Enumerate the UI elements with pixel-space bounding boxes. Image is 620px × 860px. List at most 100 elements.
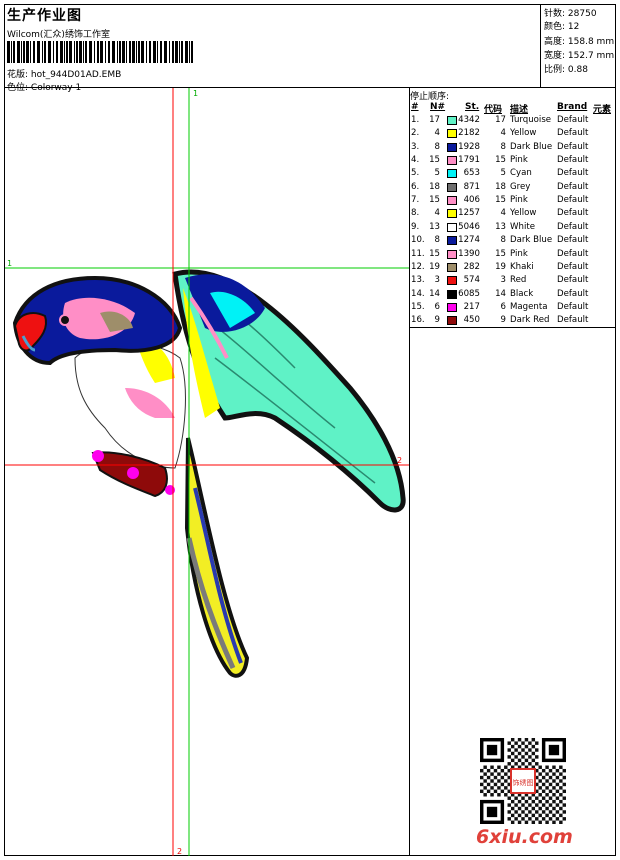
row-stitches: 4342 [458, 115, 480, 125]
col-element: 元素 [593, 105, 612, 115]
studio-name: Wilcom(汇众)绣饰工作室 [7, 30, 110, 40]
row-code: 9 [500, 315, 506, 326]
row-brand: Default [557, 315, 589, 326]
row-brand: Default [557, 115, 589, 125]
design-file-line: 花版: hot_944D01AD.EMB [7, 67, 121, 80]
row-stitches: 1257 [458, 208, 480, 219]
stat-width: 宽度: 152.7 mm [544, 51, 615, 61]
site-logo: 6xiu.com [476, 826, 573, 848]
row-code: 3 [500, 275, 506, 286]
barcode [7, 41, 193, 63]
color-swatch [447, 156, 457, 166]
row-stitches: 574 [463, 275, 480, 286]
color-swatch [447, 116, 457, 125]
color-swatch [447, 249, 457, 259]
row-code: 18 [495, 181, 506, 192]
row-code: 8 [500, 141, 506, 152]
table-row: 6. 18 871 18 Grey Default [410, 182, 615, 195]
row-index: 13. [411, 275, 425, 286]
row-index: 3. [411, 141, 420, 152]
color-swatch [447, 142, 457, 152]
row-stitches: 217 [463, 301, 480, 312]
seal-text: 饰绣图 [513, 778, 534, 787]
color-swatch [447, 276, 457, 286]
row-stitches: 1390 [458, 248, 480, 259]
sequence-title: 停止顺序: [410, 92, 450, 102]
row-needle: 6 [434, 301, 440, 312]
row-desc: White [510, 221, 535, 232]
row-code: 6 [500, 301, 506, 312]
row-brand: Default [557, 155, 589, 166]
table-row: 14. 14 6085 14 Black Default [410, 289, 615, 302]
row-stitches: 2182 [458, 128, 480, 139]
row-stitches: 282 [463, 261, 480, 272]
row-desc: Pink [510, 248, 528, 259]
row-code: 13 [495, 221, 506, 232]
row-desc: Red [510, 275, 527, 286]
color-swatch [447, 236, 457, 246]
row-index: 9. [411, 221, 420, 232]
eye [59, 314, 71, 326]
row-index: 5. [411, 168, 420, 179]
row-needle: 17 [429, 115, 440, 125]
page-title: 生产作业图 [7, 8, 82, 24]
row-needle: 4 [434, 208, 440, 219]
guide-label-h2: 2 [397, 456, 402, 465]
color-swatch [447, 209, 457, 219]
row-code: 8 [500, 235, 506, 246]
table-bottom-line [410, 327, 616, 328]
table-row: 7. 15 406 15 Pink Default [410, 195, 615, 208]
col-code: 代码 [484, 105, 503, 115]
row-brand: Default [557, 181, 589, 192]
col-brand: Brand [557, 102, 588, 112]
row-code: 4 [500, 128, 506, 139]
design-canvas: 1 1 2 2 [5, 88, 409, 856]
row-needle: 15 [429, 195, 440, 206]
col-needle: N# [430, 102, 446, 112]
table-row: 11. 15 1390 15 Pink Default [410, 249, 615, 262]
table-row: 1. 17 4342 17 Turquoise Default [410, 115, 615, 128]
color-swatch [447, 302, 457, 312]
row-index: 7. [411, 195, 420, 206]
color-swatch [447, 182, 457, 192]
row-index: 16. [411, 315, 425, 326]
col-desc: 描述 [510, 105, 529, 115]
header-info: 生产作业图 Wilcom(汇众)绣饰工作室 花版: hot_944D01AD.E… [5, 5, 540, 93]
row-brand: Default [557, 248, 589, 259]
row-needle: 8 [434, 235, 440, 246]
row-needle: 13 [429, 221, 440, 232]
stat-colors: 颜色: 12 [544, 22, 580, 32]
table-row: 15. 6 217 6 Magenta Default [410, 302, 615, 315]
row-index: 11. [411, 248, 425, 259]
row-code: 19 [495, 261, 506, 272]
row-brand: Default [557, 261, 589, 272]
table-row: 4. 15 1791 15 Pink Default [410, 155, 615, 168]
table-row: 10. 8 1274 8 Dark Blue Default [410, 235, 615, 248]
row-needle: 9 [434, 315, 440, 326]
row-stitches: 450 [463, 315, 480, 326]
row-index: 10. [411, 235, 425, 246]
row-code: 15 [495, 155, 506, 166]
row-needle: 5 [434, 168, 440, 179]
col-index: # [411, 102, 419, 112]
row-stitches: 406 [463, 195, 480, 206]
row-brand: Default [557, 141, 589, 152]
row-desc: Pink [510, 195, 528, 206]
row-needle: 14 [429, 288, 440, 299]
stat-scale: 比例: 0.88 [544, 65, 588, 75]
row-needle: 18 [429, 181, 440, 192]
stats-panel: 针数: 28750 颜色: 12 高度: 158.8 mm 宽度: 152.7 … [540, 4, 616, 87]
row-index: 15. [411, 301, 425, 312]
table-row: 3. 8 1928 8 Dark Blue Default [410, 142, 615, 155]
guide-label-h1: 1 [7, 259, 12, 268]
table-row: 12. 19 282 19 Khaki Default [410, 262, 615, 275]
qr-code: 饰绣图 [480, 738, 566, 824]
col-stitches: St. [465, 102, 480, 112]
row-brand: Default [557, 168, 589, 179]
row-stitches: 653 [463, 168, 480, 179]
row-desc: Khaki [510, 261, 534, 272]
row-index: 14. [411, 288, 425, 299]
row-desc: Cyan [510, 168, 532, 179]
row-code: 5 [500, 168, 506, 179]
row-code: 15 [495, 195, 506, 206]
